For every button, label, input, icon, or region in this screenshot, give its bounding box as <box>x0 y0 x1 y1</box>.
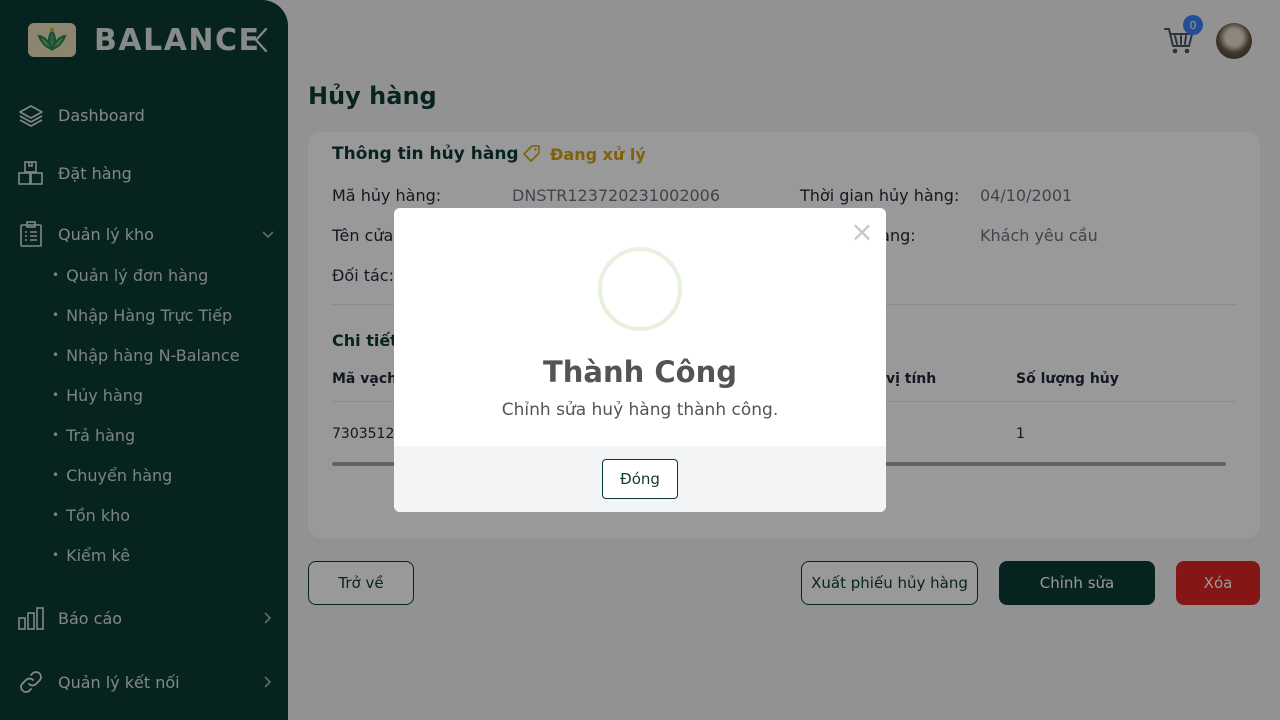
dialog-title: Thành Công <box>543 355 737 389</box>
dialog-footer: Đóng <box>394 446 886 512</box>
close-icon[interactable]: × <box>850 218 874 246</box>
success-icon <box>598 247 682 331</box>
dialog-message: Chỉnh sửa huỷ hàng thành công. <box>501 400 779 420</box>
close-dialog-button[interactable]: Đóng <box>602 459 678 499</box>
success-dialog: × Thành Công Chỉnh sửa huỷ hàng thành cô… <box>394 208 886 512</box>
